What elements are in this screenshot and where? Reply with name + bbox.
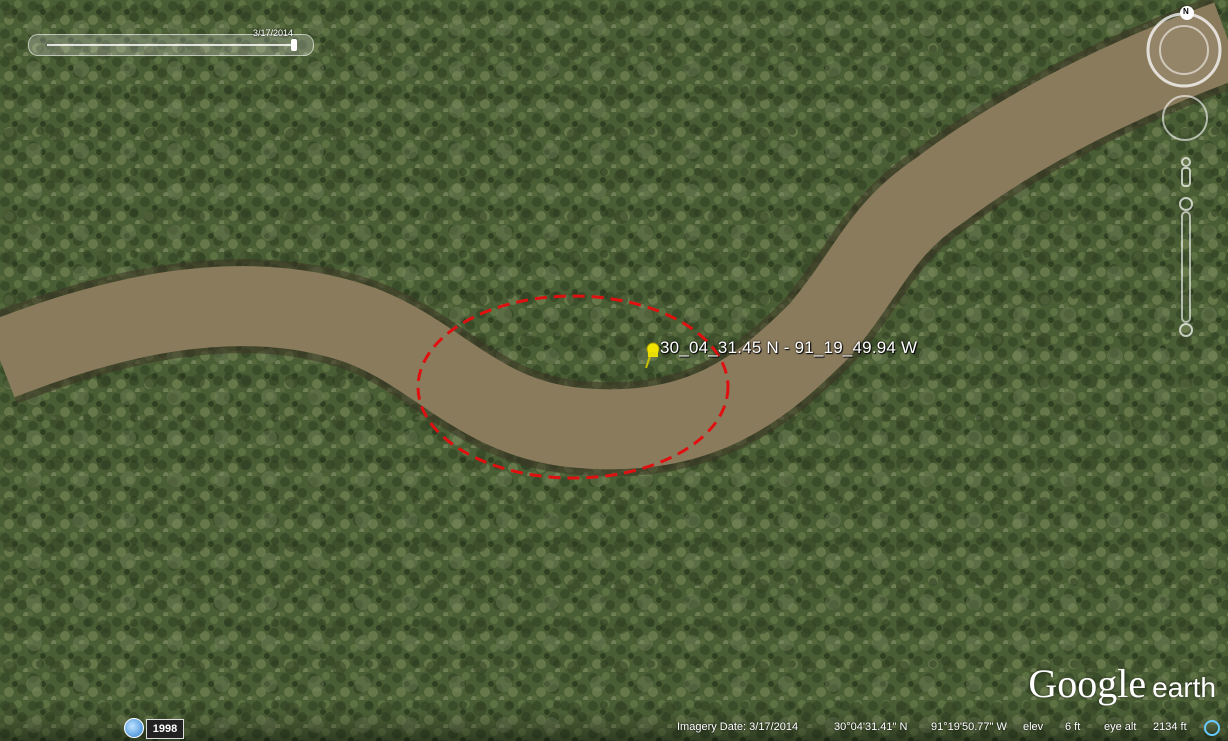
google-earth-logo: Google earth	[1028, 660, 1216, 707]
historical-imagery-clock-icon[interactable]	[124, 718, 144, 738]
eye-altitude-value: 2134 ft	[1153, 721, 1187, 733]
imagery-date: Imagery Date: 3/17/2014	[677, 721, 799, 733]
time-slider-track[interactable]	[47, 44, 295, 46]
time-slider-date: 3/17/2014	[252, 28, 293, 38]
eye-altitude-label: eye alt	[1104, 721, 1137, 733]
logo-google-text: Google	[1028, 661, 1147, 706]
placemark-label[interactable]: 30_04_31.45 N - 91_19_49.94 W	[660, 338, 917, 358]
elevation-value: 6 ft	[1065, 721, 1081, 733]
streaming-indicator-icon	[1204, 720, 1220, 736]
logo-earth-text: earth	[1152, 672, 1216, 703]
compass-north-label: N	[1183, 7, 1189, 16]
historical-year-badge[interactable]: 1998	[146, 719, 184, 739]
longitude-readout: 91°19'50.77" W	[931, 721, 1007, 733]
time-slider[interactable]: 3/17/2014	[28, 28, 314, 56]
status-bar: 1998 Imagery Date: 3/17/2014 30°04'31.41…	[0, 715, 1228, 741]
latitude-readout: 30°04'31.41" N	[834, 721, 908, 733]
time-slider-handle[interactable]	[291, 39, 297, 51]
satellite-map-view[interactable]	[0, 0, 1228, 741]
elevation-label: elev	[1023, 721, 1044, 733]
